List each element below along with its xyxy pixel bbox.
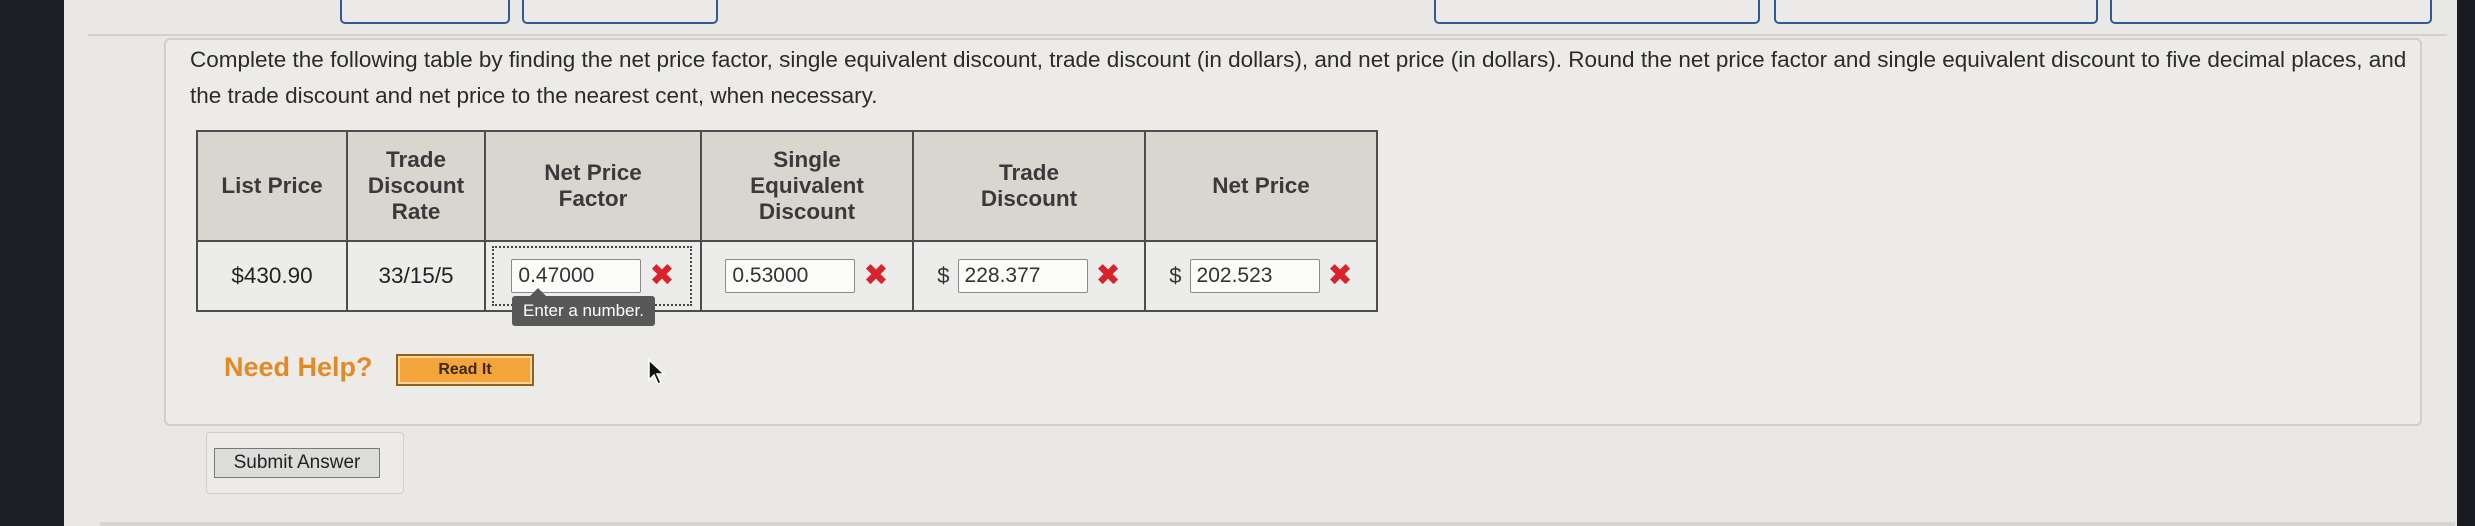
incorrect-icon: ✖	[1095, 258, 1121, 293]
submit-answer-button[interactable]: Submit Answer	[214, 448, 380, 478]
header-net-price-factor-label: Net Price Factor	[544, 160, 642, 211]
right-screen-edge	[2457, 0, 2475, 526]
input-tooltip: Enter a number.	[512, 288, 655, 326]
header-list-price: List Price	[196, 130, 348, 242]
dollar-sign: $	[1169, 263, 1182, 288]
net-price-group: $ ✖	[1146, 242, 1376, 310]
cell-trade-discount-rate: 33/15/5	[346, 240, 486, 312]
need-help-label: Need Help?	[224, 352, 373, 382]
read-it-button[interactable]: Read It	[396, 354, 534, 386]
cell-single-equivalent-discount: ✖	[700, 240, 914, 312]
cell-net-price: $ ✖	[1144, 240, 1378, 312]
single-equivalent-discount-group: ✖	[702, 242, 912, 310]
table-header-row: List Price Trade Discount Rate Net Price…	[196, 130, 1378, 242]
dollar-sign: $	[937, 263, 950, 288]
left-screen-edge	[0, 0, 64, 526]
question-instructions: Complete the following table by finding …	[190, 47, 2407, 108]
single-equivalent-discount-input[interactable]	[725, 259, 856, 293]
question-divider	[88, 34, 2447, 36]
header-trade-discount-rate-label: Trade Discount Rate	[367, 147, 465, 224]
incorrect-icon: ✖	[863, 258, 889, 293]
header-net-price: Net Price	[1144, 130, 1378, 242]
header-trade-discount: Trade Discount	[912, 130, 1146, 242]
trade-discount-input[interactable]	[957, 259, 1088, 293]
top-answer-box-1	[340, 0, 510, 24]
bottom-divider	[100, 522, 2455, 526]
pricing-table: List Price Trade Discount Rate Net Price…	[196, 130, 1378, 312]
table-row: $430.90 33/15/5 ✖ ✖ $ ✖	[196, 240, 1378, 312]
header-net-price-factor: Net Price Factor	[484, 130, 702, 242]
incorrect-icon: ✖	[1327, 258, 1353, 293]
header-single-equivalent-discount: Single Equivalent Discount	[700, 130, 914, 242]
header-trade-discount-rate: Trade Discount Rate	[346, 130, 486, 242]
top-answer-box-3	[1434, 0, 1760, 24]
incorrect-icon: ✖	[649, 258, 675, 293]
cell-trade-discount: $ ✖	[912, 240, 1146, 312]
net-price-input[interactable]	[1189, 259, 1320, 293]
trade-discount-group: $ ✖	[914, 242, 1144, 310]
mouse-cursor-icon	[648, 358, 666, 386]
top-answer-box-5	[2110, 0, 2432, 24]
cell-list-price: $430.90	[196, 240, 348, 312]
header-trade-discount-label: Trade Discount	[980, 160, 1078, 211]
top-answer-box-2	[522, 0, 718, 24]
top-answer-box-4	[1774, 0, 2098, 24]
header-single-equivalent-discount-label: Single Equivalent Discount	[750, 147, 864, 224]
